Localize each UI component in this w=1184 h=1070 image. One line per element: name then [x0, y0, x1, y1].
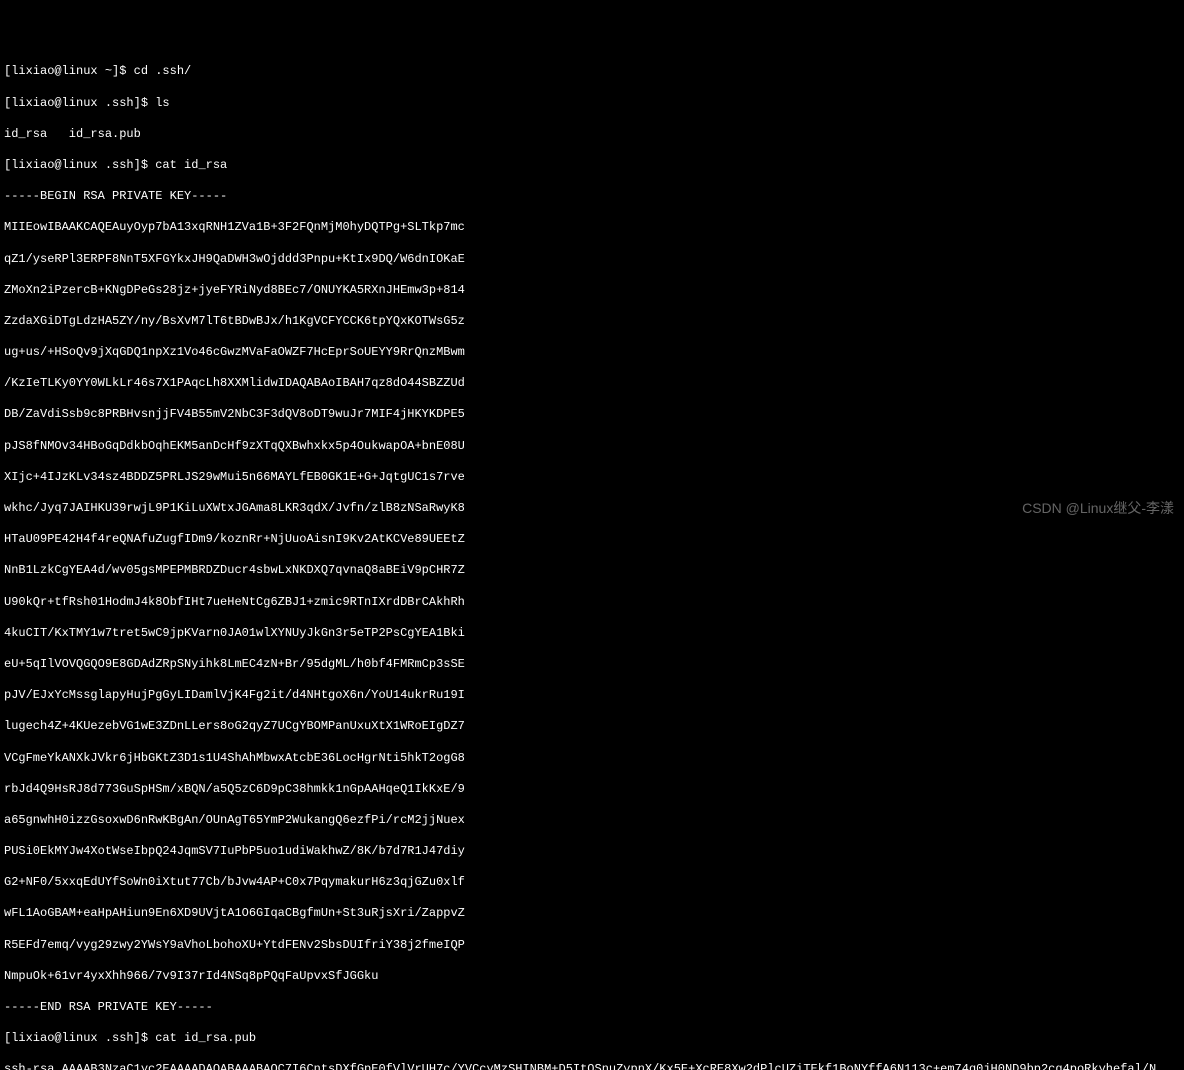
key-line: 4kuCIT/KxTMY1w7tret5wC9jpKVarn0JA01wlXYN… — [4, 626, 1180, 642]
key-line: NnB1LzkCgYEA4d/wv05gsMPEPMBRDZDucr4sbwLx… — [4, 563, 1180, 579]
key-line: XIjc+4IJzKLv34sz4BDDZ5PRLJS29wMui5n66MAY… — [4, 470, 1180, 486]
key-line: R5EFd7emq/vyg29zwy2YWsY9aVhoLbohoXU+YtdF… — [4, 938, 1180, 954]
key-line: wFL1AoGBAM+eaHpAHiun9En6XD9UVjtA1O6GIqaC… — [4, 906, 1180, 922]
key-line: NmpuOk+61vr4yxXhh966/7v9I37rId4NSq8pPQqF… — [4, 969, 1180, 985]
prompt-2: [lixiao@linux .ssh]$ — [4, 96, 155, 110]
ls-output: id_rsa id_rsa.pub — [4, 127, 1180, 143]
key-line: VCgFmeYkANXkJVkr6jHbGKtZ3D1s1U4ShAhMbwxA… — [4, 751, 1180, 767]
key-end: -----END RSA PRIVATE KEY----- — [4, 1000, 1180, 1016]
cmd-cd[interactable]: cd .ssh/ — [134, 64, 192, 78]
prompt-1: [lixiao@linux ~]$ — [4, 64, 134, 78]
key-begin: -----BEGIN RSA PRIVATE KEY----- — [4, 189, 1180, 205]
key-line: a65gnwhH0izzGsoxwD6nRwKBgAn/OUnAgT65YmP2… — [4, 813, 1180, 829]
key-line: G2+NF0/5xxqEdUYfSoWn0iXtut77Cb/bJvw4AP+C… — [4, 875, 1180, 891]
key-line: /KzIeTLKy0YY0WLkLr46s7X1PAqcLh8XXMlidwID… — [4, 376, 1180, 392]
cmd-cat-idrsa[interactable]: cat id_rsa — [155, 158, 227, 172]
cmd-cat-idrsapub[interactable]: cat id_rsa.pub — [155, 1031, 256, 1045]
key-line: pJS8fNMOv34HBoGqDdkbOqhEKM5anDcHf9zXTqQX… — [4, 439, 1180, 455]
key-line: pJV/EJxYcMssglapyHujPgGyLIDamlVjK4Fg2it/… — [4, 688, 1180, 704]
key-line: ZMoXn2iPzercB+KNgDPeGs28jz+jyeFYRiNyd8BE… — [4, 283, 1180, 299]
prompt-3: [lixiao@linux .ssh]$ — [4, 158, 155, 172]
key-line: ZzdaXGiDTgLdzHA5ZY/ny/BsXvM7lT6tBDwBJx/h… — [4, 314, 1180, 330]
key-line: eU+5qIlVOVQGQO9E8GDAdZRpSNyihk8LmEC4zN+B… — [4, 657, 1180, 673]
key-line: qZ1/yseRPl3ERPF8NnT5XFGYkxJH9QaDWH3wOjdd… — [4, 252, 1180, 268]
key-line: lugech4Z+4KUezebVG1wE3ZDnLLers8oG2qyZ7UC… — [4, 719, 1180, 735]
watermark: CSDN @Linux继父-李漾 — [1022, 499, 1174, 517]
prompt-4: [lixiao@linux .ssh]$ — [4, 1031, 155, 1045]
key-line: DB/ZaVdiSsb9c8PRBHvsnjjFV4B55mV2NbC3F3dQ… — [4, 407, 1180, 423]
pubkey-line: ssh-rsa AAAAB3NzaC1yc2EAAAADAQABAAABAQC7… — [4, 1062, 1180, 1070]
cmd-ls[interactable]: ls — [155, 96, 169, 110]
key-line: wkhc/Jyq7JAIHKU39rwjL9P1KiLuXWtxJGAma8LK… — [4, 501, 1180, 517]
key-line: ug+us/+HSoQv9jXqGDQ1npXz1Vo46cGwzMVaFaOW… — [4, 345, 1180, 361]
key-line: PUSi0EkMYJw4XotWseIbpQ24JqmSV7IuPbP5uo1u… — [4, 844, 1180, 860]
key-line: U90kQr+tfRsh01HodmJ4k8ObfIHt7ueHeNtCg6ZB… — [4, 595, 1180, 611]
key-line: rbJd4Q9HsRJ8d773GuSpHSm/xBQN/a5Q5zC6D9pC… — [4, 782, 1180, 798]
key-line: MIIEowIBAAKCAQEAuyOyp7bA13xqRNH1ZVa1B+3F… — [4, 220, 1180, 236]
